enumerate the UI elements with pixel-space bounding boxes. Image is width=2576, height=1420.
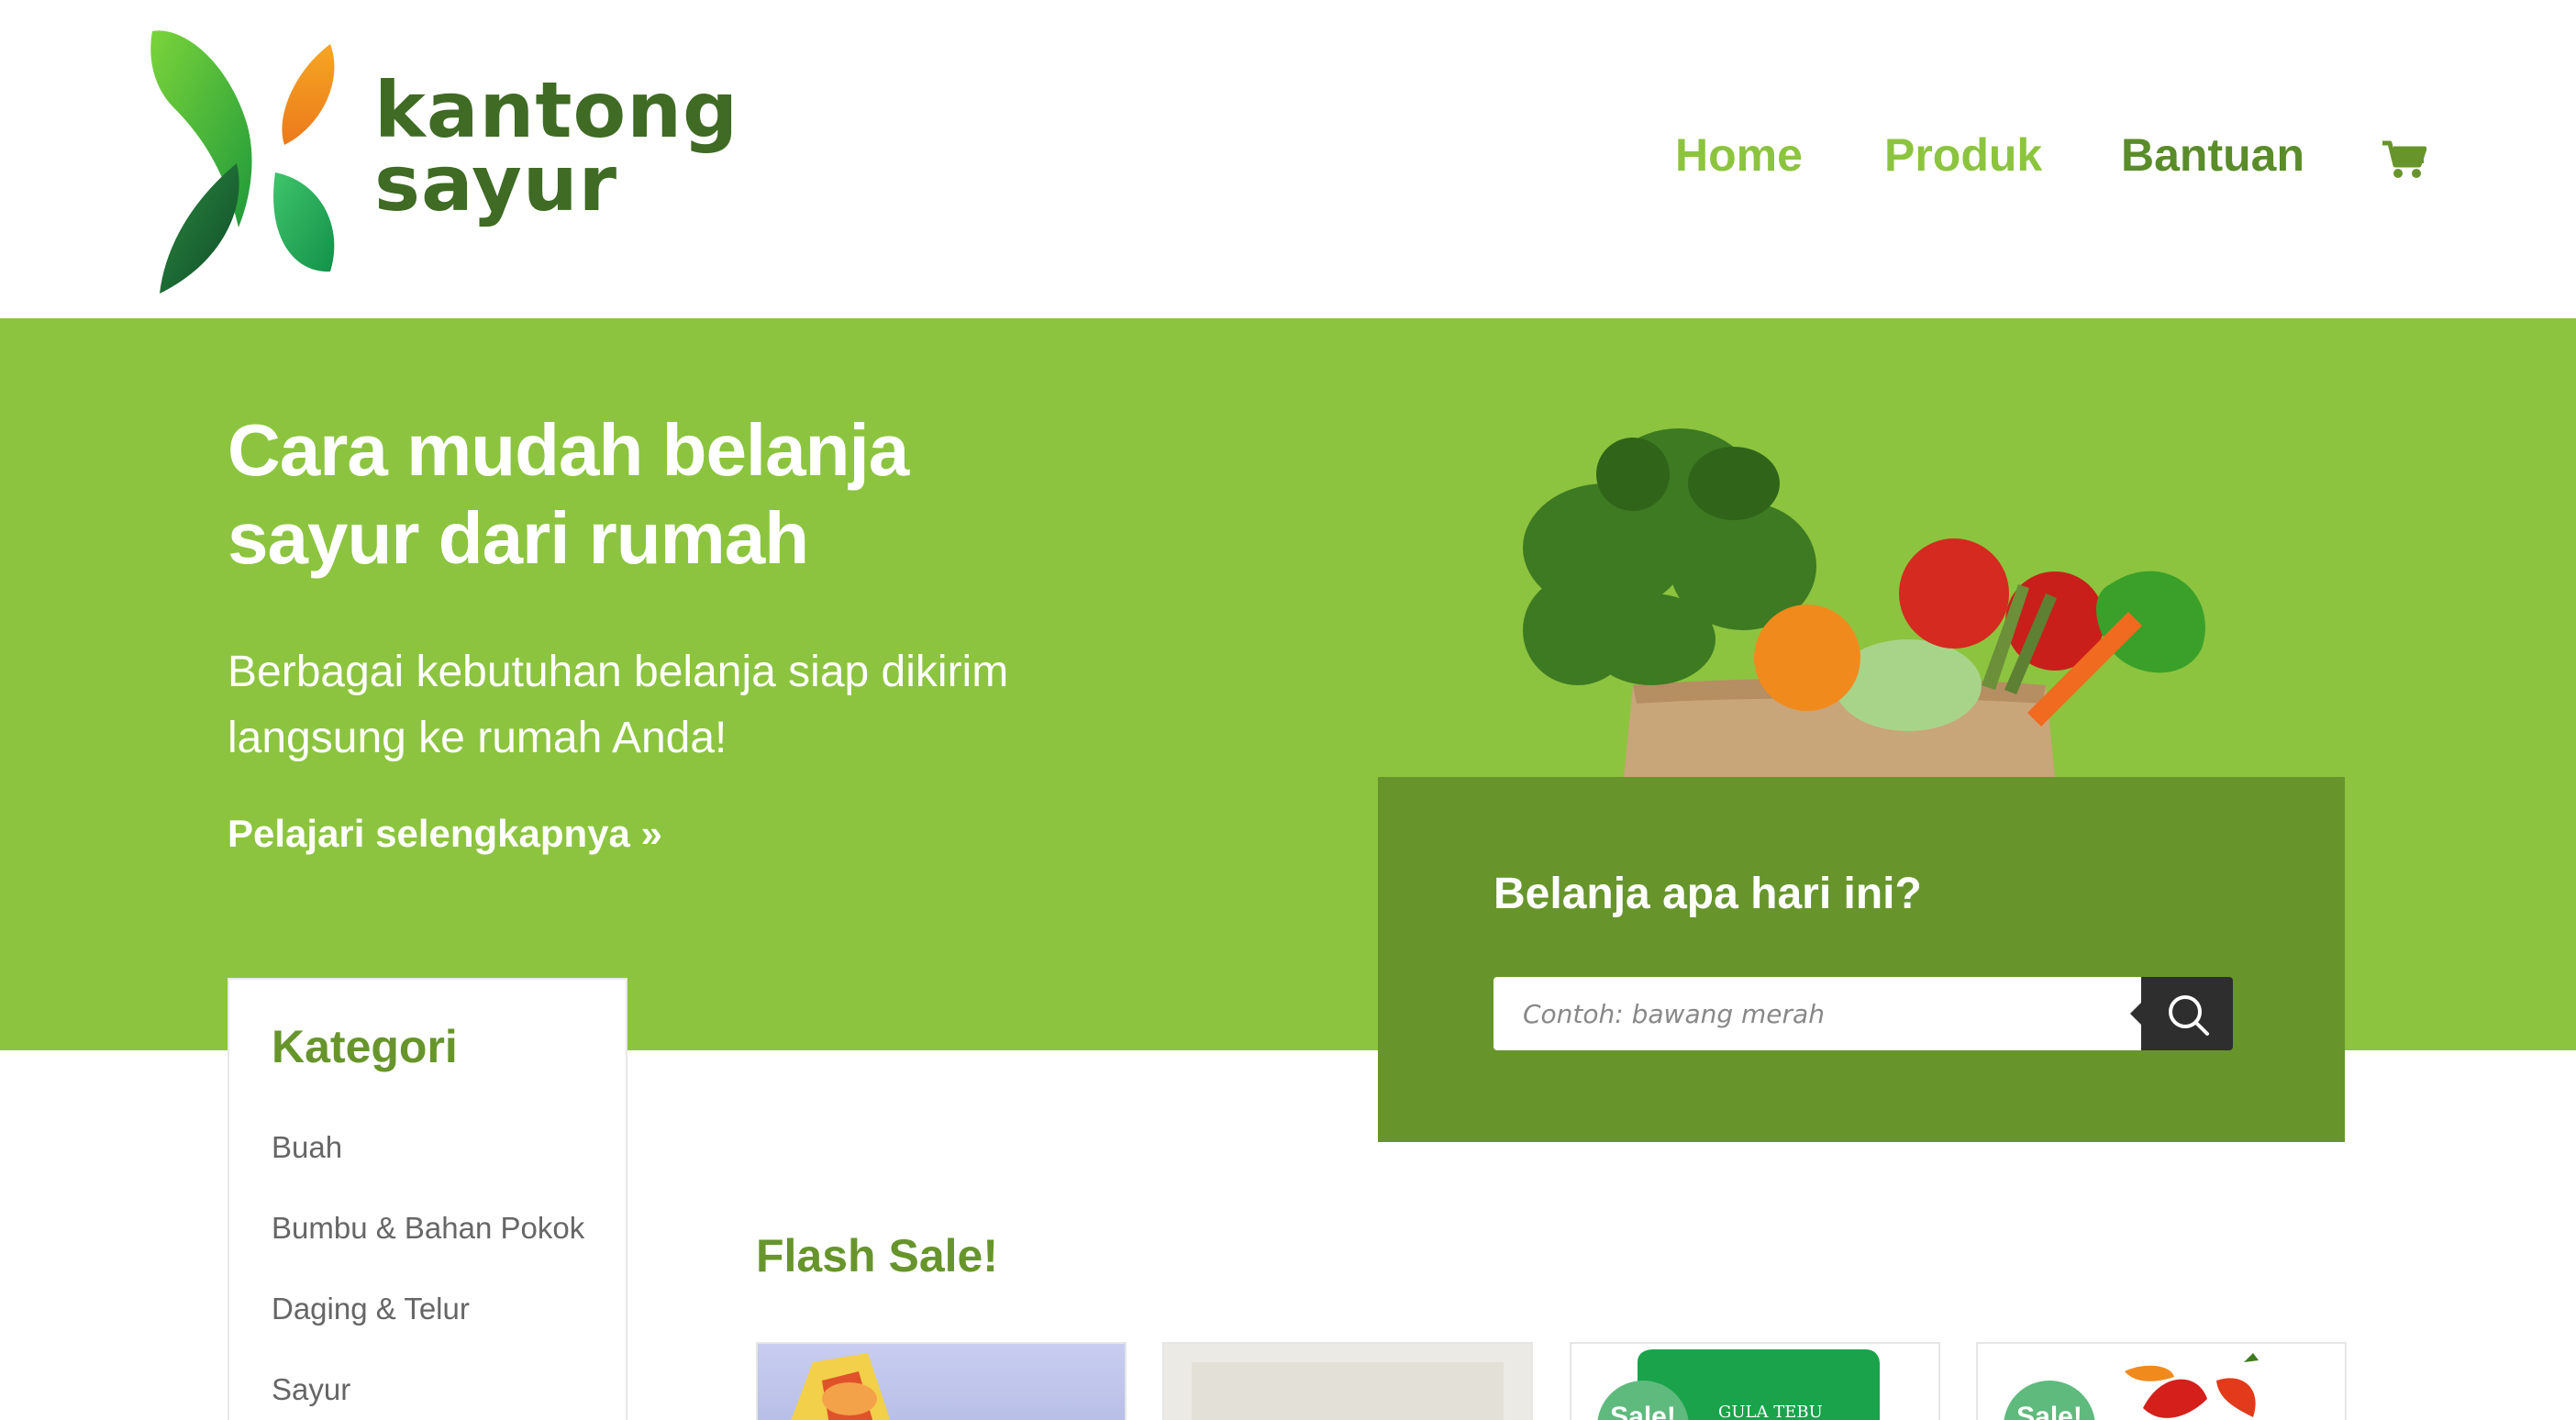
product-image (791, 1353, 891, 1420)
site-header: kantong sayur Home Produk Bantuan (0, 0, 2576, 318)
category-title: Kategori (272, 1021, 458, 1072)
category-item-daging[interactable]: Daging & Telur (272, 1292, 470, 1326)
hero-subtitle-line-2: langsung ke rumah Anda! (228, 714, 727, 762)
product-card[interactable] (756, 1342, 1127, 1420)
search-button[interactable] (2130, 977, 2233, 1050)
nav-bantuan-link[interactable]: Bantuan (2121, 128, 2304, 182)
flash-sale-title: Flash Sale! (756, 1230, 998, 1281)
vegetable-bag-image (1523, 428, 2205, 777)
product-card[interactable]: Sale! (1976, 1342, 2347, 1420)
brand-logo[interactable]: kantong sayur (147, 26, 738, 301)
brand-line-1: kantong (374, 65, 739, 155)
hero-subtitle-line-1: Berbagai kebutuhan belanja siap dikirim (228, 648, 1009, 696)
brand-wordmark: kantong sayur (374, 65, 739, 228)
hero-title-line-1: Cara mudah belanja (228, 409, 909, 491)
search-input[interactable] (1493, 977, 2141, 1050)
nav-home-link[interactable]: Home (1675, 128, 1803, 182)
product-image (1164, 1344, 1531, 1420)
product-card[interactable]: GULA TEBU Sale! (1570, 1342, 1940, 1420)
hero-title: Cara mudah belanja sayur dari rumah (228, 406, 1145, 582)
shopping-cart-icon[interactable] (2381, 139, 2426, 180)
category-item-sayur[interactable]: Sayur (272, 1372, 350, 1407)
learn-more-link[interactable]: Pelajari selengkapnya » (228, 812, 662, 856)
search-title: Belanja apa hari ini? (1493, 870, 1922, 918)
search-icon (2169, 995, 2209, 1036)
hero-subtitle: Berbagai kebutuhan belanja siap dikirim … (228, 639, 1145, 771)
hero-title-line-2: sayur dari rumah (228, 497, 809, 579)
category-panel: Kategori Buah Bumbu & Bahan Pokok Daging… (228, 978, 627, 1420)
search-card: Belanja apa hari ini? (1378, 777, 2345, 1142)
product-label-text: GULA TEBU (1718, 1403, 1823, 1420)
logo-leaf-icon (150, 30, 335, 294)
category-item-buah[interactable]: Buah (272, 1130, 342, 1165)
product-card[interactable] (1162, 1342, 1533, 1420)
nav-produk-link[interactable]: Produk (1884, 128, 2042, 182)
brand-line-2: sayur (374, 139, 618, 228)
category-item-bumbu[interactable]: Bumbu & Bahan Pokok (272, 1211, 584, 1246)
